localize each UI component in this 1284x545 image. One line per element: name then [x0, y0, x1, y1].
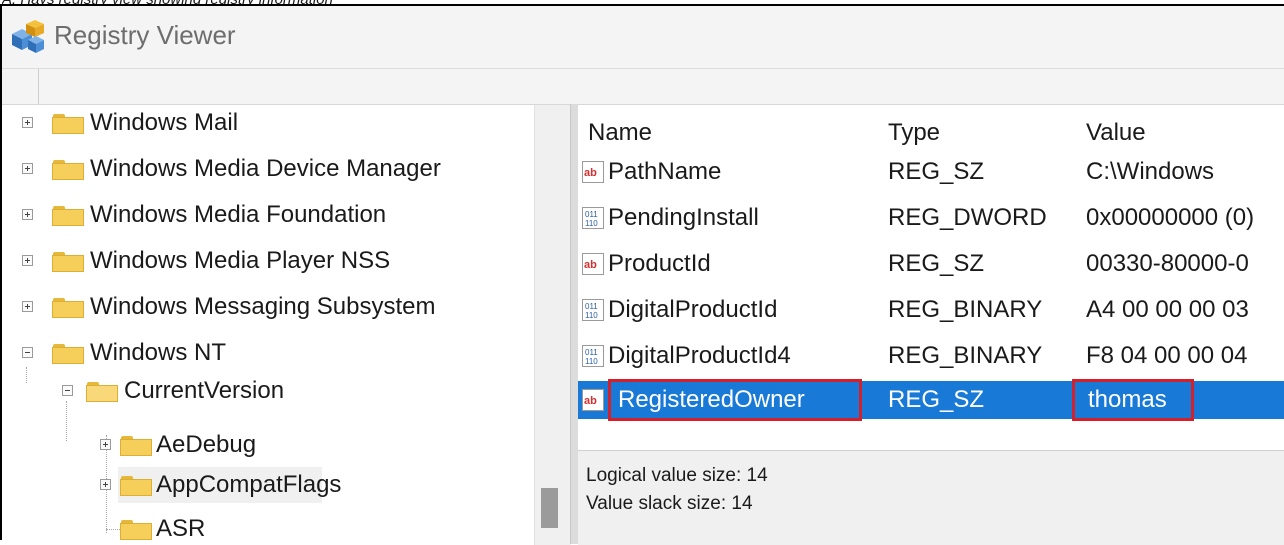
value-data: A4 00 00 00 03	[1086, 296, 1249, 323]
value-data: C:\Windows	[1086, 158, 1215, 185]
folder-icon	[52, 206, 84, 226]
expand-plus-icon[interactable]	[22, 209, 33, 220]
tree-scrollbar[interactable]	[534, 104, 571, 545]
svg-text:ab: ab	[584, 259, 597, 271]
expand-plus-icon[interactable]	[100, 479, 111, 490]
tree-item-label: Windows Media Foundation	[90, 201, 387, 228]
folder-icon	[52, 252, 84, 272]
value-data: F8 04 00 00 04	[1086, 342, 1248, 369]
toolbar-separator	[38, 69, 39, 105]
folder-icon	[120, 476, 152, 496]
tree-item-windows-mail[interactable]: Windows Mail	[2, 105, 534, 141]
tree-item-windows-nt[interactable]: Windows NT	[2, 335, 534, 371]
collapse-minus-icon[interactable]	[62, 385, 73, 396]
tree-item-windows-media-foundation[interactable]: Windows Media Foundation	[2, 197, 534, 233]
svg-text:110: 110	[585, 311, 598, 320]
value-row-registeredowner[interactable]: ab RegisteredOwner REG_SZ thomas	[578, 379, 1284, 421]
tree-item-label: Windows Mail	[90, 109, 239, 136]
tree-item-aedebug[interactable]: AeDebug	[2, 427, 534, 463]
tree-scrollbar-thumb[interactable]	[541, 488, 558, 528]
value-name: PathName	[608, 158, 722, 185]
value-type: REG_SZ	[888, 386, 985, 413]
tree-item-label: AeDebug	[156, 431, 257, 458]
folder-icon	[120, 436, 152, 456]
string-value-icon: ab	[582, 389, 604, 411]
title-bar: Registry Viewer	[2, 6, 1284, 68]
column-header-type[interactable]: Type	[888, 119, 940, 147]
svg-text:ab: ab	[584, 395, 597, 407]
value-info-panel: Logical value size: 14 Value slack size:…	[578, 450, 1284, 545]
folder-icon	[52, 160, 84, 180]
value-name: ProductId	[608, 250, 711, 277]
svg-text:110: 110	[585, 219, 598, 228]
tree-item-label: Windows Media Player NSS	[90, 247, 391, 274]
folder-icon	[52, 298, 84, 318]
annotation-highlight-value	[1072, 379, 1194, 421]
window-title: Registry Viewer	[54, 20, 236, 50]
binary-value-icon: 011110	[582, 207, 604, 229]
svg-text:011: 011	[585, 210, 598, 219]
annotation-highlight-name	[608, 379, 862, 421]
expand-plus-icon[interactable]	[22, 301, 33, 312]
tree-item-label: Windows Messaging Subsystem	[90, 293, 436, 320]
value-row-digitalproductid4[interactable]: 011 110 DigitalProductId4 REG_BINARY F8 0…	[578, 337, 1284, 375]
logical-value-size: Logical value size: 14	[586, 465, 768, 486]
expand-plus-icon[interactable]	[100, 439, 111, 450]
value-row-productid[interactable]: ab ProductId REG_SZ 00330-80000-0	[578, 245, 1284, 283]
registry-key-tree[interactable]: Windows Mail Windows Media Device Manage…	[2, 104, 534, 545]
value-type: REG_BINARY	[888, 342, 1043, 369]
value-row-pendinginstall[interactable]: 011 110 PendingInstall REG_DWORD 0x000000…	[578, 199, 1284, 237]
expand-plus-icon[interactable]	[22, 163, 33, 174]
svg-text:011: 011	[585, 302, 598, 311]
binary-value-icon: 011110	[582, 299, 604, 321]
tree-item-windows-media-player-nss[interactable]: Windows Media Player NSS	[2, 243, 534, 279]
value-name: DigitalProductId	[608, 296, 778, 323]
binary-value-icon: 011110	[582, 345, 604, 367]
value-data: 00330-80000-0	[1086, 250, 1249, 277]
string-value-icon: ab	[582, 161, 604, 183]
expand-plus-icon[interactable]	[22, 117, 33, 128]
value-row-digitalproductid[interactable]: 011 110 DigitalProductId REG_BINARY A4 00…	[578, 291, 1284, 329]
value-type: REG_DWORD	[888, 204, 1047, 231]
column-header-name[interactable]: Name	[588, 119, 652, 147]
tree-item-currentversion[interactable]: CurrentVersion	[2, 373, 534, 409]
svg-text:110: 110	[585, 357, 598, 366]
open-folder-icon	[86, 382, 118, 402]
tree-item-label: Windows Media Device Manager	[90, 155, 441, 182]
registry-viewer-window: Registry Viewer Windows Mail Windows Med…	[0, 4, 1284, 545]
svg-text:011: 011	[585, 348, 598, 357]
tree-item-windows-media-device-manager[interactable]: Windows Media Device Manager	[2, 151, 534, 187]
tree-item-appcompatflags[interactable]: AppCompatFlags	[2, 467, 534, 503]
value-slack-size: Value slack size: 14	[586, 493, 753, 514]
tree-item-label: Windows NT	[90, 339, 227, 366]
value-row-pathname[interactable]: ab PathName REG_SZ C:\Windows	[578, 153, 1284, 191]
folder-icon	[52, 344, 84, 364]
toolbar	[2, 68, 1284, 105]
collapse-minus-icon[interactable]	[22, 347, 33, 358]
pane-splitter[interactable]	[570, 104, 578, 544]
svg-text:ab: ab	[584, 167, 597, 179]
expand-plus-icon[interactable]	[22, 255, 33, 266]
registry-values-list[interactable]: Name Type Value ab PathName REG_SZ C:\Wi…	[578, 104, 1284, 451]
tree-item-windows-messaging-subsystem[interactable]: Windows Messaging Subsystem	[2, 289, 534, 325]
folder-icon	[120, 520, 152, 540]
tree-item-label: CurrentVersion	[124, 377, 285, 404]
tree-item-label: AppCompatFlags	[156, 471, 342, 498]
value-type: REG_BINARY	[888, 296, 1043, 323]
value-name: DigitalProductId4	[608, 342, 791, 369]
value-type: REG_SZ	[888, 250, 985, 277]
registry-cubes-icon	[12, 20, 44, 53]
value-type: REG_SZ	[888, 158, 985, 185]
column-header-value[interactable]: Value	[1086, 119, 1146, 147]
string-value-icon: ab	[582, 253, 604, 275]
value-name: PendingInstall	[608, 204, 759, 231]
value-data: 0x00000000 (0)	[1086, 204, 1255, 231]
folder-icon	[52, 114, 84, 134]
